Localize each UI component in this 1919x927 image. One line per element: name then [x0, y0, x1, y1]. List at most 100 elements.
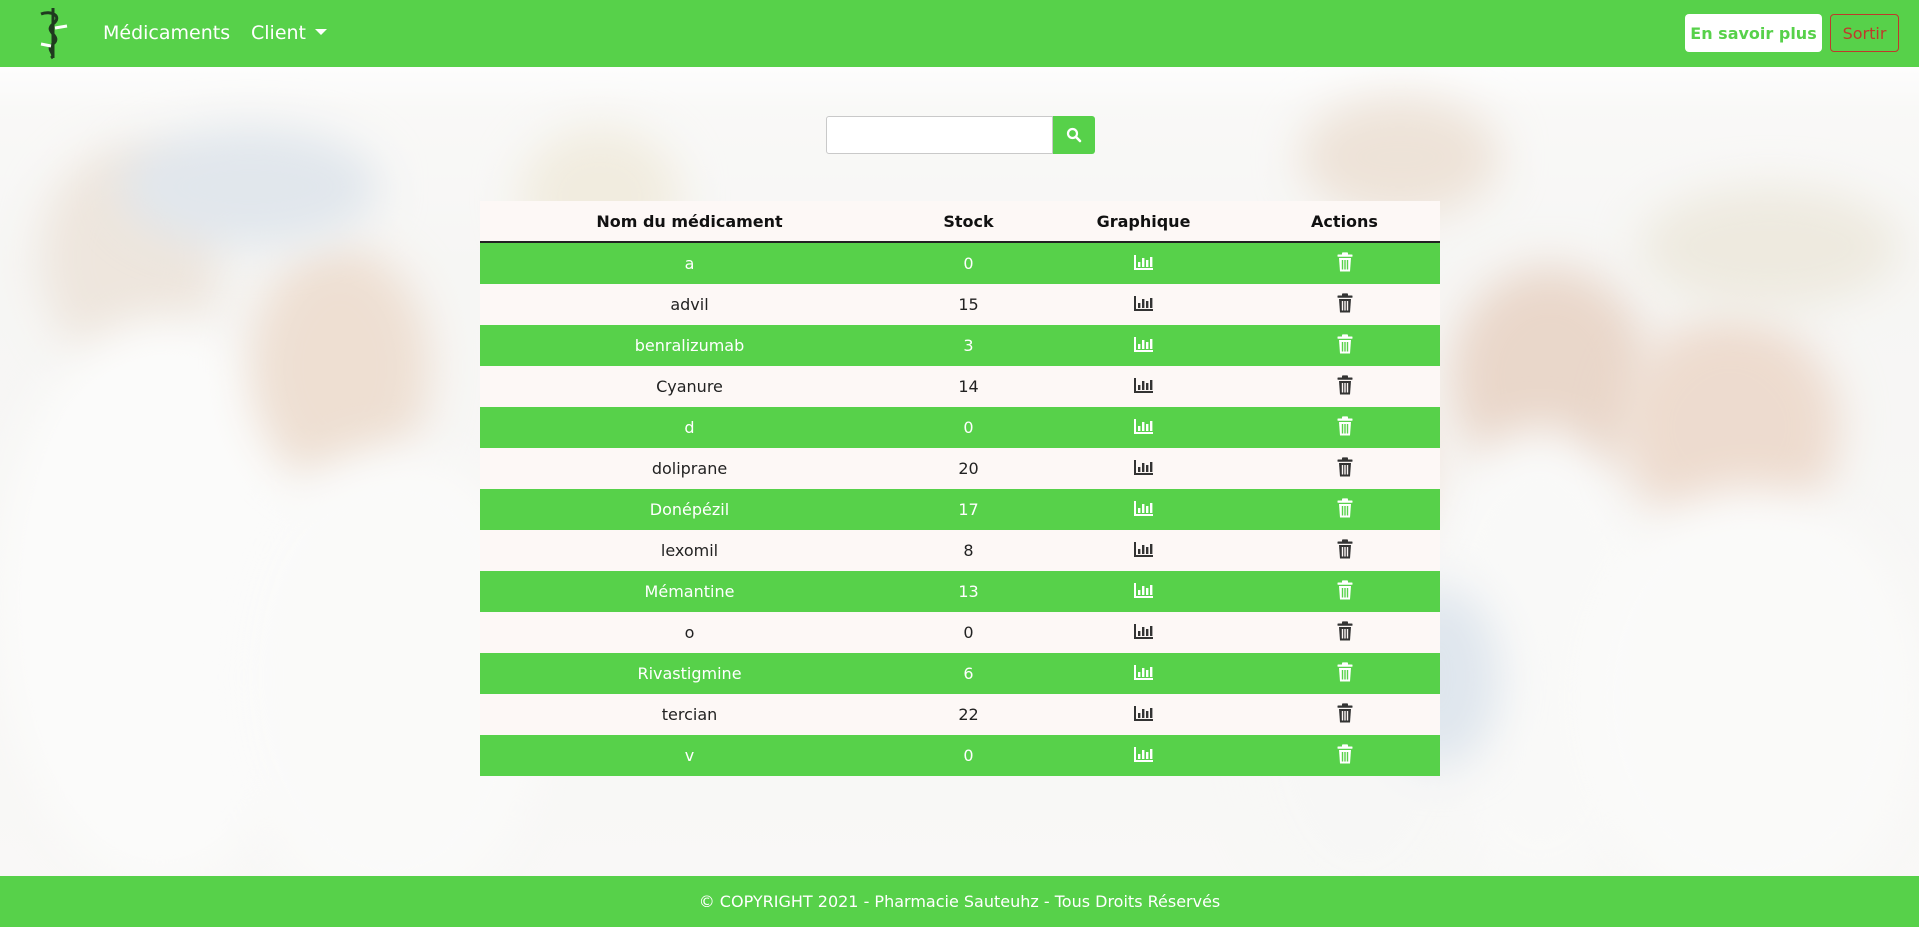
actions-cell [1249, 407, 1440, 448]
trash-icon[interactable] [1337, 251, 1353, 276]
table-row: a0 [480, 242, 1440, 284]
stock-cell: 0 [899, 612, 1038, 653]
chart-cell [1038, 407, 1249, 448]
table-row: Cyanure 14 [480, 366, 1440, 407]
search-input[interactable] [826, 116, 1053, 154]
medicine-name-cell: Rivastigmine [480, 653, 899, 694]
column-header-stock: Stock [899, 201, 1038, 243]
bar-chart-icon[interactable] [1133, 664, 1154, 684]
bar-chart-icon[interactable] [1133, 705, 1154, 725]
trash-icon[interactable] [1337, 292, 1353, 317]
trash-icon[interactable] [1337, 620, 1353, 645]
medicine-name-cell: benralizumab [480, 325, 899, 366]
bar-chart-icon[interactable] [1133, 459, 1154, 479]
medicines-table: Nom du médicament Stock Graphique Action… [480, 201, 1440, 776]
medicine-name-cell: lexomil [480, 530, 899, 571]
medicine-name-cell: doliprane [480, 448, 899, 489]
stock-cell: 0 [899, 242, 1038, 284]
medicine-name-cell: a [480, 242, 899, 284]
bar-chart-icon[interactable] [1133, 500, 1154, 520]
stock-cell: 13 [899, 571, 1038, 612]
actions-cell [1249, 366, 1440, 407]
table-row: advil 15 [480, 284, 1440, 325]
bar-chart-icon[interactable] [1133, 541, 1154, 561]
medicine-name-cell: v [480, 735, 899, 776]
table-header-row: Nom du médicament Stock Graphique Action… [480, 201, 1440, 243]
nav-dropdown-client[interactable]: Client [251, 20, 328, 46]
chart-cell [1038, 325, 1249, 366]
trash-icon[interactable] [1337, 661, 1353, 686]
trash-icon[interactable] [1337, 456, 1353, 481]
nav-client-label: Client [251, 22, 307, 44]
trash-icon[interactable] [1337, 415, 1353, 440]
bar-chart-icon[interactable] [1133, 295, 1154, 315]
copyright-text: © COPYRIGHT 2021 - Pharmacie Sauteuhz - … [698, 892, 1221, 911]
table-row: doliprane 20 [480, 448, 1440, 489]
footer: © COPYRIGHT 2021 - Pharmacie Sauteuhz - … [0, 876, 1919, 927]
stock-cell: 8 [899, 530, 1038, 571]
stock-cell: 20 [899, 448, 1038, 489]
search-icon [1066, 127, 1082, 143]
stock-cell: 6 [899, 653, 1038, 694]
medicine-name-cell: Donépézil [480, 489, 899, 530]
bar-chart-icon[interactable] [1133, 377, 1154, 397]
trash-icon[interactable] [1337, 497, 1353, 522]
medicine-name-cell: o [480, 612, 899, 653]
bar-chart-icon[interactable] [1133, 623, 1154, 643]
chart-cell [1038, 284, 1249, 325]
chart-cell [1038, 448, 1249, 489]
actions-cell [1249, 448, 1440, 489]
trash-icon[interactable] [1337, 538, 1353, 563]
exit-button[interactable]: Sortir [1830, 14, 1899, 52]
table-row: Rivastigmine 6 [480, 653, 1440, 694]
stock-cell: 0 [899, 407, 1038, 448]
stock-cell: 0 [899, 735, 1038, 776]
actions-cell [1249, 242, 1440, 284]
chart-cell [1038, 366, 1249, 407]
trash-icon[interactable] [1337, 702, 1353, 727]
actions-cell [1249, 735, 1440, 776]
actions-cell [1249, 530, 1440, 571]
actions-cell [1249, 284, 1440, 325]
learn-more-button[interactable]: En savoir plus [1685, 14, 1822, 52]
table-row: Donépézil 17 [480, 489, 1440, 530]
bar-chart-icon[interactable] [1133, 582, 1154, 602]
trash-icon[interactable] [1337, 333, 1353, 358]
bar-chart-icon[interactable] [1133, 418, 1154, 438]
chart-cell [1038, 489, 1249, 530]
stock-cell: 3 [899, 325, 1038, 366]
stock-cell: 14 [899, 366, 1038, 407]
navbar: Médicaments Client En savoir plus Sortir [0, 0, 1919, 67]
medicine-name-cell: advil [480, 284, 899, 325]
bar-chart-icon[interactable] [1133, 746, 1154, 766]
nav-link-medicaments[interactable]: Médicaments [103, 20, 230, 46]
trash-icon[interactable] [1337, 743, 1353, 768]
chart-cell [1038, 242, 1249, 284]
column-header-chart: Graphique [1038, 201, 1249, 243]
bar-chart-icon[interactable] [1133, 254, 1154, 274]
table-row: Mémantine 13 [480, 571, 1440, 612]
chart-cell [1038, 571, 1249, 612]
chart-cell [1038, 735, 1249, 776]
chart-cell [1038, 612, 1249, 653]
search-button[interactable] [1053, 116, 1095, 154]
medicine-name-cell: Cyanure [480, 366, 899, 407]
actions-cell [1249, 325, 1440, 366]
caduceus-logo-icon[interactable] [33, 6, 73, 60]
actions-cell [1249, 612, 1440, 653]
actions-cell [1249, 694, 1440, 735]
trash-icon[interactable] [1337, 579, 1353, 604]
trash-icon[interactable] [1337, 374, 1353, 399]
table-row: v0 [480, 735, 1440, 776]
actions-cell [1249, 653, 1440, 694]
chart-cell [1038, 530, 1249, 571]
chart-cell [1038, 694, 1249, 735]
medicine-name-cell: tercian [480, 694, 899, 735]
table-row: lexomil 8 [480, 530, 1440, 571]
stock-cell: 17 [899, 489, 1038, 530]
table-row: benralizumab 3 [480, 325, 1440, 366]
caret-down-icon [315, 28, 328, 35]
bar-chart-icon[interactable] [1133, 336, 1154, 356]
table-row: tercian 22 [480, 694, 1440, 735]
chart-cell [1038, 653, 1249, 694]
